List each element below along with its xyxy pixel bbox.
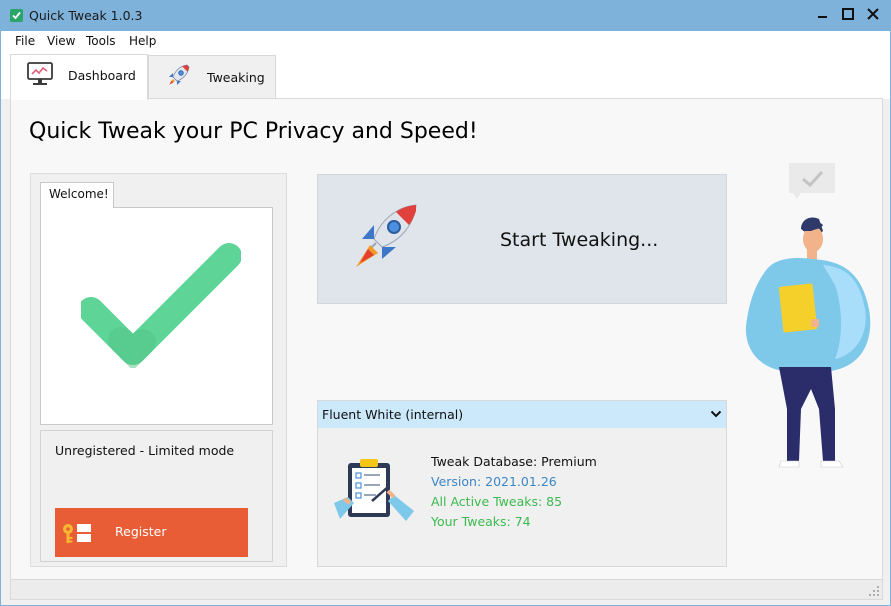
app-window: Quick Tweak 1.0.3 File View Tools Help D… [0, 0, 891, 606]
menu-bar: File View Tools Help [1, 31, 890, 51]
tab-dashboard[interactable]: Dashboard [10, 54, 148, 100]
menu-file[interactable]: File [15, 34, 35, 48]
title-bar[interactable]: Quick Tweak 1.0.3 [1, 1, 890, 31]
registration-status: Unregistered - Limited mode [55, 443, 235, 458]
monitor-chart-icon [27, 62, 53, 85]
welcome-box [40, 207, 273, 425]
menu-tools[interactable]: Tools [86, 34, 116, 48]
register-button[interactable]: Register [55, 508, 248, 557]
big-checkmark-icon [81, 243, 241, 368]
close-icon [867, 8, 879, 20]
registration-box: Unregistered - Limited mode Register [40, 430, 273, 562]
minimize-button[interactable] [811, 3, 835, 25]
maximize-icon [842, 8, 854, 20]
welcome-tab[interactable]: Welcome! [40, 182, 114, 208]
register-label: Register [115, 524, 167, 539]
close-button[interactable] [861, 3, 885, 25]
status-bar [10, 580, 883, 600]
tab-tweaking-label: Tweaking [207, 70, 265, 85]
menu-view[interactable]: View [47, 34, 75, 48]
dashboard-content: Quick Tweak your PC Privacy and Speed! W… [10, 98, 883, 580]
person-illustration [745, 163, 871, 468]
menu-help[interactable]: Help [129, 34, 156, 48]
start-tweaking-button[interactable]: Start Tweaking... [317, 174, 727, 304]
welcome-tab-label: Welcome! [49, 187, 109, 201]
minimize-icon [818, 16, 827, 18]
clipboard-checklist-icon [334, 459, 414, 521]
your-tweaks-count: Your Tweaks: 74 [431, 514, 531, 529]
maximize-button[interactable] [836, 3, 860, 25]
database-panel: Fluent White (internal) Tweak Database: … [317, 400, 727, 567]
window-title: Quick Tweak 1.0.3 [29, 8, 143, 23]
theme-selected: Fluent White (internal) [322, 407, 464, 422]
welcome-panel: Welcome! Unregistered - Limited mode Reg… [30, 173, 287, 567]
database-version: Version: 2021.01.26 [431, 474, 557, 489]
app-check-icon [10, 9, 23, 22]
resize-grip-icon[interactable] [868, 585, 880, 597]
tab-dashboard-label: Dashboard [68, 68, 136, 83]
theme-dropdown[interactable]: Fluent White (internal) [318, 401, 726, 428]
rocket-icon [169, 64, 190, 85]
chevron-down-icon [710, 410, 722, 418]
key-icon [63, 524, 91, 543]
rocket-icon [356, 204, 417, 267]
tab-bar: Dashboard Tweaking [1, 51, 890, 100]
page-title: Quick Tweak your PC Privacy and Speed! [29, 119, 478, 144]
start-tweaking-label: Start Tweaking... [500, 229, 659, 251]
database-title: Tweak Database: Premium [431, 454, 597, 469]
tab-tweaking[interactable]: Tweaking [148, 55, 276, 99]
active-tweaks-count: All Active Tweaks: 85 [431, 494, 563, 509]
